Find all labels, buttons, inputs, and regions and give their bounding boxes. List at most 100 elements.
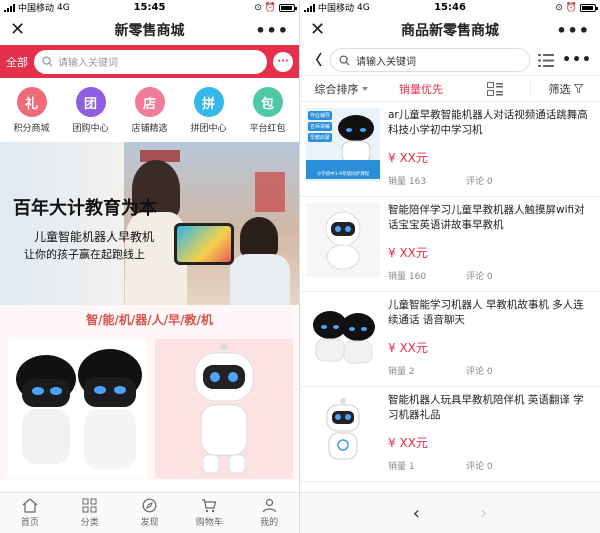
next-page-icon[interactable]: › <box>480 503 487 524</box>
product-info: 儿童智能学习机器人 早教机故事机 多人连续通话 语音聊天 ¥ XX元 销量 2 … <box>380 298 592 386</box>
puzzle-icon: 拼 <box>193 87 224 117</box>
cart-icon <box>202 499 217 513</box>
robot-product-image-2[interactable] <box>155 339 293 479</box>
product-thumbnail <box>306 203 380 277</box>
status-bar: 中国移动 4G 15:45 ⊙ ⏰ <box>0 0 299 15</box>
prev-page-icon[interactable]: ‹ <box>413 503 420 524</box>
robot-tablet-image <box>174 223 234 265</box>
robot-illustration <box>326 398 360 460</box>
filter-label: 筛选 <box>548 82 571 96</box>
quick-nav: 礼 积分商城 团 团购中心 店 店铺精选 拼 拼团中心 包 平台红包 <box>0 78 299 140</box>
tab-home[interactable]: 首页 <box>0 493 60 533</box>
product-stats: 销量 160 评论 0 <box>388 269 592 282</box>
product-price: ¥ XX元 <box>388 151 428 165</box>
store-icon: 店 <box>134 87 165 117</box>
tab-label: 首页 <box>20 518 39 528</box>
search-bar: 全部 请输入关键词 ··· <box>0 45 299 78</box>
badge: 名师讲解 <box>308 122 333 131</box>
sales-first-tab[interactable]: 销量优先 <box>382 81 460 97</box>
user-icon <box>262 498 276 513</box>
tab-label: 分类 <box>80 518 99 528</box>
product-stats: 销量 163 评论 0 <box>388 174 592 187</box>
robot-illustration <box>313 311 375 364</box>
product-info: 智能陪伴学习儿童早教机器人触摸屏wifi对话宝宝英语讲故事早教机 ¥ XX元 销… <box>380 203 592 291</box>
battery-icon <box>580 3 598 12</box>
product-title: 智能陪伴学习儿童早教机器人触摸屏wifi对话宝宝英语讲故事早教机 <box>388 204 585 231</box>
search-input[interactable]: 请输入关键词 <box>330 48 531 72</box>
close-icon[interactable]: ✕ <box>10 21 25 39</box>
comment-count: 评论 0 <box>466 177 493 187</box>
tab-label: 我的 <box>260 518 279 528</box>
search-icon <box>339 54 350 66</box>
promo-banner[interactable]: 百年大计教育为本 儿童智能机器人早教机 让你的孩子赢在起跑线上 <box>0 142 299 305</box>
nav-item-group-buy[interactable]: 团 团购中心 <box>61 87 120 140</box>
home-icon <box>22 498 38 513</box>
category-selector[interactable]: 全部 <box>6 54 28 70</box>
search-input[interactable]: 请输入关键词 <box>34 49 267 74</box>
filter-button[interactable]: 筛选 <box>530 80 600 97</box>
product-price: ¥ XX元 <box>388 341 428 355</box>
product-title: 智能机器人玩具早教机陪伴机 英语翻译 学习机器礼品 <box>388 394 584 421</box>
tab-discover[interactable]: 发现 <box>120 493 180 533</box>
nav-item-red-packet[interactable]: 包 平台红包 <box>238 87 297 140</box>
nav-label: 店铺精选 <box>131 124 168 134</box>
browser-nav-bar: ‹ › <box>300 492 600 533</box>
banner-photo-boy-body <box>230 254 290 305</box>
robot-product-image-1[interactable] <box>8 339 146 479</box>
product-item[interactable]: 智能机器人玩具早教机陪伴机 英语翻译 学习机器礼品 ¥ XX元 销量 1 评论 … <box>300 387 600 482</box>
tab-cart[interactable]: 购物车 <box>179 493 239 533</box>
grid-icon <box>82 498 97 513</box>
product-info: ar儿童早教智能机器人对话视频通话跳舞高科技小学初中学习机 ¥ XX元 销量 1… <box>380 108 592 196</box>
tab-me[interactable]: 我的 <box>239 493 299 533</box>
product-thumbnail <box>306 298 380 372</box>
robot-illustration <box>325 211 361 270</box>
search-placeholder: 请输入关键词 <box>356 56 416 68</box>
comment-count: 评论 0 <box>466 272 493 282</box>
more-menu-icon[interactable]: ••• <box>556 21 590 40</box>
comment-count: 评论 0 <box>466 367 493 377</box>
product-stats: 销量 1 评论 0 <box>388 459 592 472</box>
banner-decoration <box>255 172 285 212</box>
tab-label: 购物车 <box>195 518 223 528</box>
sales-first-label: 销量优先 <box>399 82 443 96</box>
status-time: 15:45 <box>133 2 166 13</box>
more-menu-icon[interactable]: ••• <box>562 52 592 68</box>
product-price: ¥ XX元 <box>388 246 428 260</box>
grid-toggle[interactable] <box>460 81 530 96</box>
nav-item-team-buy[interactable]: 拼 拼团中心 <box>179 87 238 140</box>
nav-item-store-picks[interactable]: 店 店铺精选 <box>120 87 179 140</box>
sort-dropdown[interactable]: 综合排序 <box>300 81 382 97</box>
back-icon[interactable]: 〈 <box>308 50 322 70</box>
sales-count: 销量 160 <box>388 272 427 282</box>
badge-strip: 小学初中1-9年级同步课程 <box>306 160 380 179</box>
tab-category[interactable]: 分类 <box>60 493 120 533</box>
robot-illustration <box>338 115 374 164</box>
gift-icon: 礼 <box>16 87 47 117</box>
badge: 作业辅导 <box>308 111 333 120</box>
list-view-icon[interactable] <box>538 53 555 67</box>
product-item[interactable]: 智能陪伴学习儿童早教机器人触摸屏wifi对话宝宝英语讲故事早教机 ¥ XX元 销… <box>300 197 600 292</box>
product-stats: 销量 2 评论 0 <box>388 364 592 377</box>
nav-label: 平台红包 <box>249 124 286 134</box>
page-title: 商品新零售商城 <box>401 23 499 39</box>
tab-label: 发现 <box>140 518 159 528</box>
close-icon[interactable]: ✕ <box>310 21 325 39</box>
banner-tagline: 让你的孩子赢在起跑线上 <box>24 248 145 261</box>
comment-count: 评论 0 <box>466 462 493 472</box>
product-list: 作业辅导 名师讲解 早教启蒙 小学初中1-9年级同步课程 ar儿童早教智能机器人… <box>300 102 600 492</box>
badge: 早教启蒙 <box>308 133 333 142</box>
title-bar: ✕ 新零售商城 ••• <box>0 15 299 45</box>
sort-label: 综合排序 <box>314 82 359 96</box>
product-item[interactable]: 儿童智能学习机器人 早教机故事机 多人连续通话 语音聊天 ¥ XX元 销量 2 … <box>300 292 600 387</box>
compass-icon <box>142 498 157 513</box>
more-menu-icon[interactable]: ••• <box>255 21 289 40</box>
product-item[interactable]: 作业辅导 名师讲解 早教启蒙 小学初中1-9年级同步课程 ar儿童早教智能机器人… <box>300 102 600 197</box>
nav-label: 拼团中心 <box>190 124 227 134</box>
product-title: 儿童智能学习机器人 早教机故事机 多人连续通话 语音聊天 <box>388 299 584 326</box>
status-bar: 中国移动 4G 15:46 ⊙ ⏰ <box>300 0 600 15</box>
robot-section: 智/能/机/器/人/早/教/机 <box>0 305 299 480</box>
product-price: ¥ XX元 <box>388 436 428 450</box>
nav-item-points-mall[interactable]: 礼 积分商城 <box>2 87 61 140</box>
message-icon[interactable]: ··· <box>273 51 293 72</box>
robot-illustration <box>194 343 254 474</box>
